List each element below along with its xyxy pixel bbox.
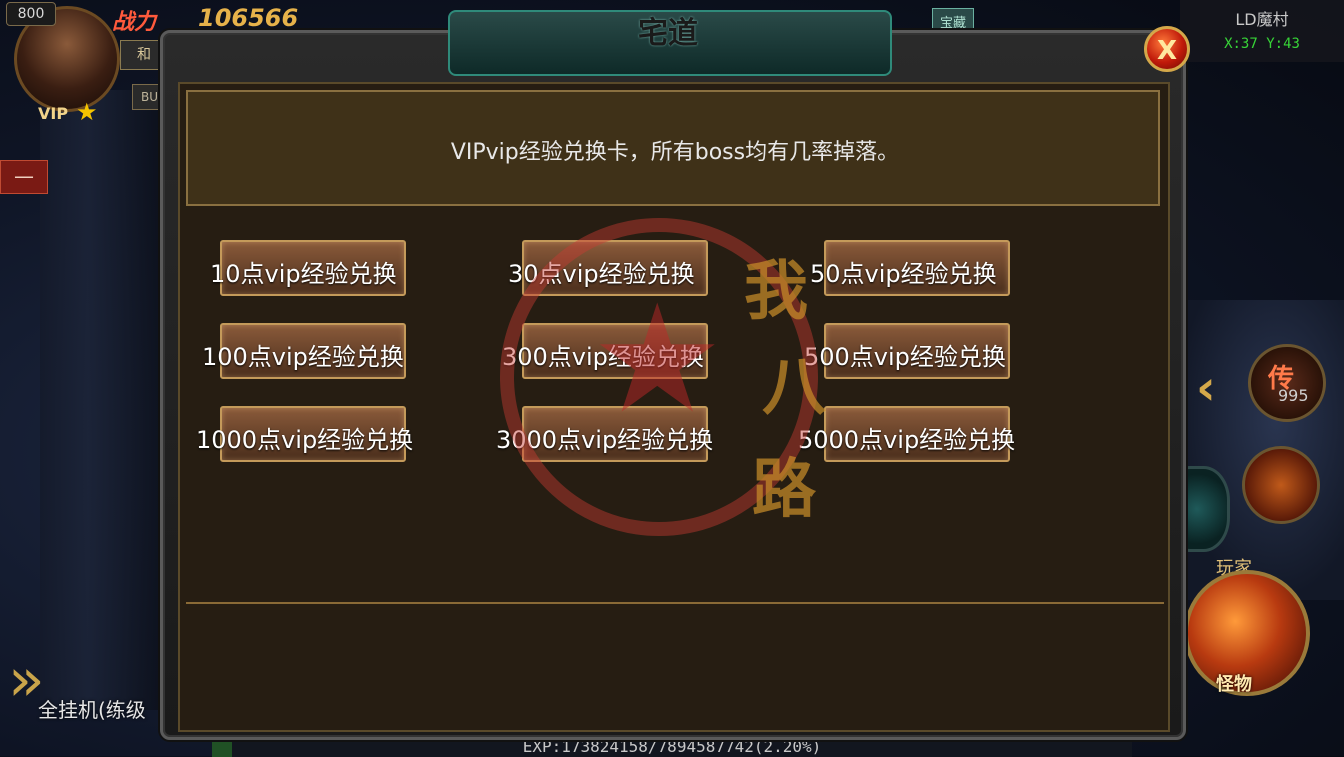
background-rock [1174,300,1344,600]
exchange-label-1000: 1000点vip经验兑换 [196,426,414,454]
exchange-label-50: 50点vip经验兑换 [810,260,997,288]
exchange-label-10: 10点vip经验兑换 [210,260,397,288]
target-monster-label[interactable]: 怪物 [1216,670,1252,696]
watermark-char: 我 [744,254,808,329]
dialog-title: 宅道 [638,16,698,51]
panel-divider [186,602,1164,604]
collapse-button[interactable]: — [0,160,48,194]
vip-label: VIP [38,104,69,123]
minimap-info[interactable]: LD魔村 X:37 Y:43 [1180,0,1344,62]
auto-hangup-button[interactable]: 全挂机(练级 [38,694,146,723]
description-text: VIPvip经验兑换卡，所有boss均有几率掉落。 [450,140,900,165]
scroll-skill-button[interactable] [1242,446,1320,524]
exchange-label-500: 500点vip经验兑换 [804,343,1006,371]
exchange-label-100: 100点vip经验兑换 [202,343,404,371]
watermark-star-icon: ★ [590,273,725,447]
power-label: 战力 [112,10,157,35]
chevron-left-icon[interactable]: ‹ [1196,360,1216,416]
star-icon: ★ [76,98,98,126]
exchange-label-5000: 5000点vip经验兑换 [798,426,1016,454]
level-badge: 800 [6,2,56,26]
map-coordinates: X:37 Y:43 [1224,36,1300,52]
map-name: LD魔村 [1235,10,1289,29]
close-button[interactable]: X [1144,26,1190,72]
power-value: 106566 [198,4,299,32]
teleport-skill-count: 995 [1278,386,1309,405]
watermark-char: 八 [762,350,826,425]
background-pillar [40,90,160,710]
watermark-char: 路 [752,452,816,527]
description-box: VIPvip经验兑换卡，所有boss均有几率掉落。 [186,90,1160,206]
